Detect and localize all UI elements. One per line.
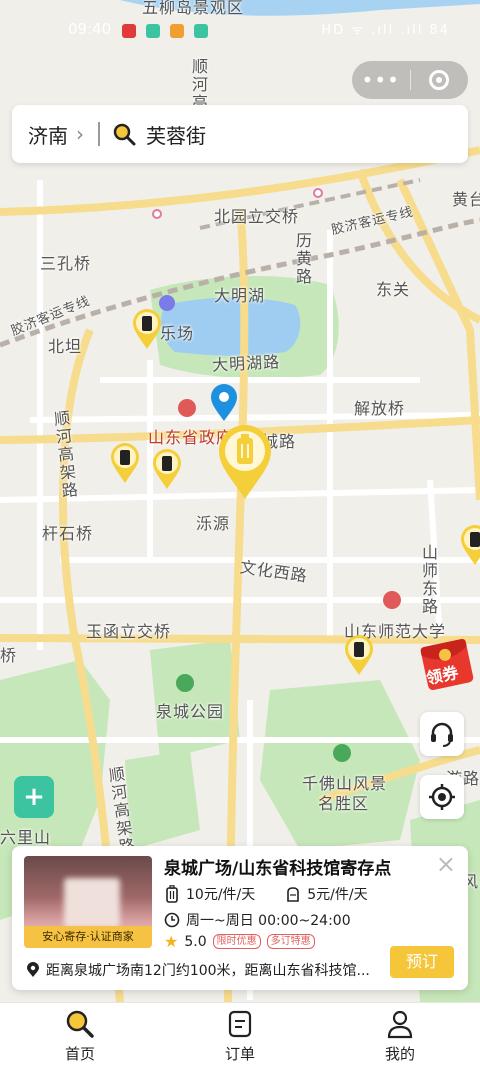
price-row: 10元/件/天 5元/件/天 bbox=[164, 884, 368, 904]
map-label: 泉城公园 bbox=[156, 702, 225, 721]
status-indicators: HD ᯤ .ıll .ıll 84 bbox=[321, 23, 450, 38]
map-label: 东关 bbox=[376, 280, 411, 299]
large-luggage-icon bbox=[166, 885, 178, 903]
coupon-button[interactable]: 领券 bbox=[420, 636, 480, 692]
storage-point-card[interactable]: 安心寄存·认证商家 泉城广场/山东省科技馆寄存点 × 10元/件/天 5元/件/… bbox=[12, 846, 468, 990]
luggage-pin-icon[interactable] bbox=[344, 634, 374, 676]
map-label: 五柳岛景观区 bbox=[142, 0, 245, 17]
opening-hours: 周一~周日 00:00~24:00 bbox=[186, 913, 351, 929]
map-label: 解放桥 bbox=[354, 399, 406, 418]
luggage-pin-icon[interactable] bbox=[460, 524, 480, 566]
luggage-pin-icon[interactable] bbox=[110, 442, 140, 484]
map-label: 玉函立交桥 bbox=[86, 622, 172, 641]
clock-icon bbox=[164, 912, 180, 928]
map-label: 三孔桥 bbox=[40, 254, 92, 273]
order-icon bbox=[228, 1010, 252, 1038]
map-label: 北坦 bbox=[48, 337, 83, 356]
store-photo: 安心寄存·认证商家 bbox=[24, 856, 152, 948]
map-label: 大明湖 bbox=[214, 286, 266, 305]
map-label: 六里山 bbox=[0, 828, 52, 847]
locate-button[interactable] bbox=[420, 775, 464, 819]
status-time: 09:40 bbox=[68, 20, 112, 38]
target-icon bbox=[429, 70, 450, 90]
rating-row: ★ 5.0 限时优惠 多订特惠 bbox=[164, 932, 315, 951]
close-mini-program-button[interactable] bbox=[410, 70, 468, 90]
tab-label: 订单 bbox=[224, 1045, 255, 1063]
person-icon bbox=[387, 1010, 413, 1039]
status-bar: 09:40 HD ᯤ .ıll .ıll 84 bbox=[0, 18, 480, 44]
store-title: 泉城广场/山东省科技馆寄存点 bbox=[164, 859, 392, 879]
close-icon[interactable]: × bbox=[436, 850, 456, 878]
map-label: 大明湖路 bbox=[211, 352, 281, 375]
map-label: 黄台 bbox=[452, 190, 480, 209]
star-icon: ★ bbox=[164, 932, 179, 951]
map-label: 顺河高 bbox=[189, 58, 208, 112]
luggage-pin-icon[interactable] bbox=[152, 448, 182, 490]
tab-profile[interactable]: 我的 bbox=[320, 1003, 480, 1066]
promo-tag: 多订特惠 bbox=[266, 934, 315, 949]
map-label: 泺源 bbox=[196, 514, 231, 533]
small-bag-icon bbox=[287, 887, 300, 902]
app-notification-icon bbox=[146, 24, 160, 38]
reserve-button[interactable]: 预订 bbox=[390, 946, 454, 978]
map-label: 北园立交桥 bbox=[214, 207, 300, 226]
distance-text: 距离泉城广场南12门约100米，距离山东省科技馆... bbox=[46, 963, 370, 979]
tab-orders[interactable]: 订单 bbox=[160, 1003, 320, 1066]
locate-icon bbox=[429, 784, 455, 810]
map-label: 历黄路 bbox=[293, 232, 312, 286]
search-bar: 济南 › 芙蓉街 bbox=[12, 105, 468, 163]
tab-home[interactable]: 首页 bbox=[0, 1003, 160, 1066]
map-label: 名胜区 bbox=[318, 794, 370, 813]
tab-label: 首页 bbox=[64, 1045, 95, 1063]
app-notification-icon bbox=[194, 24, 208, 38]
mini-program-capsule: ••• bbox=[352, 61, 468, 99]
tab-label: 我的 bbox=[384, 1045, 415, 1063]
price-large: 10元/件/天 bbox=[186, 887, 256, 903]
rating: 5.0 bbox=[184, 933, 207, 950]
more-button[interactable]: ••• bbox=[352, 61, 410, 99]
map-label: 桥 bbox=[0, 646, 18, 665]
map-label: 乐场 bbox=[160, 324, 195, 343]
distance-row: 距离泉城广场南12门约100米，距离山东省科技馆... bbox=[26, 960, 376, 980]
customer-service-button[interactable] bbox=[420, 712, 464, 756]
promo-tag: 限时优惠 bbox=[212, 934, 261, 949]
search-input[interactable]: 芙蓉街 bbox=[146, 120, 206, 149]
luggage-pin-icon[interactable] bbox=[132, 308, 162, 350]
hours-row: 周一~周日 00:00~24:00 bbox=[164, 910, 351, 930]
map-pin-icon bbox=[27, 962, 39, 977]
selected-luggage-pin-icon[interactable] bbox=[217, 424, 273, 500]
certified-badge: 安心寄存·认证商家 bbox=[24, 926, 152, 948]
app-notification-icon bbox=[170, 24, 184, 38]
location-pin-icon bbox=[211, 384, 237, 421]
map-label: 杆石桥 bbox=[42, 524, 94, 543]
city-selector[interactable]: 济南 bbox=[28, 120, 68, 149]
price-small: 5元/件/天 bbox=[307, 887, 368, 903]
photo-blur bbox=[64, 878, 120, 928]
map-label: 山师东路 bbox=[419, 544, 438, 616]
divider bbox=[98, 122, 100, 146]
search-icon bbox=[112, 122, 136, 146]
search-icon bbox=[66, 1010, 94, 1038]
chevron-right-icon: › bbox=[76, 122, 84, 146]
shield-plus-icon[interactable]: + bbox=[14, 776, 54, 818]
app-notification-icon bbox=[122, 24, 136, 38]
headset-icon bbox=[431, 722, 453, 747]
bottom-tab-bar: 首页 订单 我的 bbox=[0, 1002, 480, 1066]
